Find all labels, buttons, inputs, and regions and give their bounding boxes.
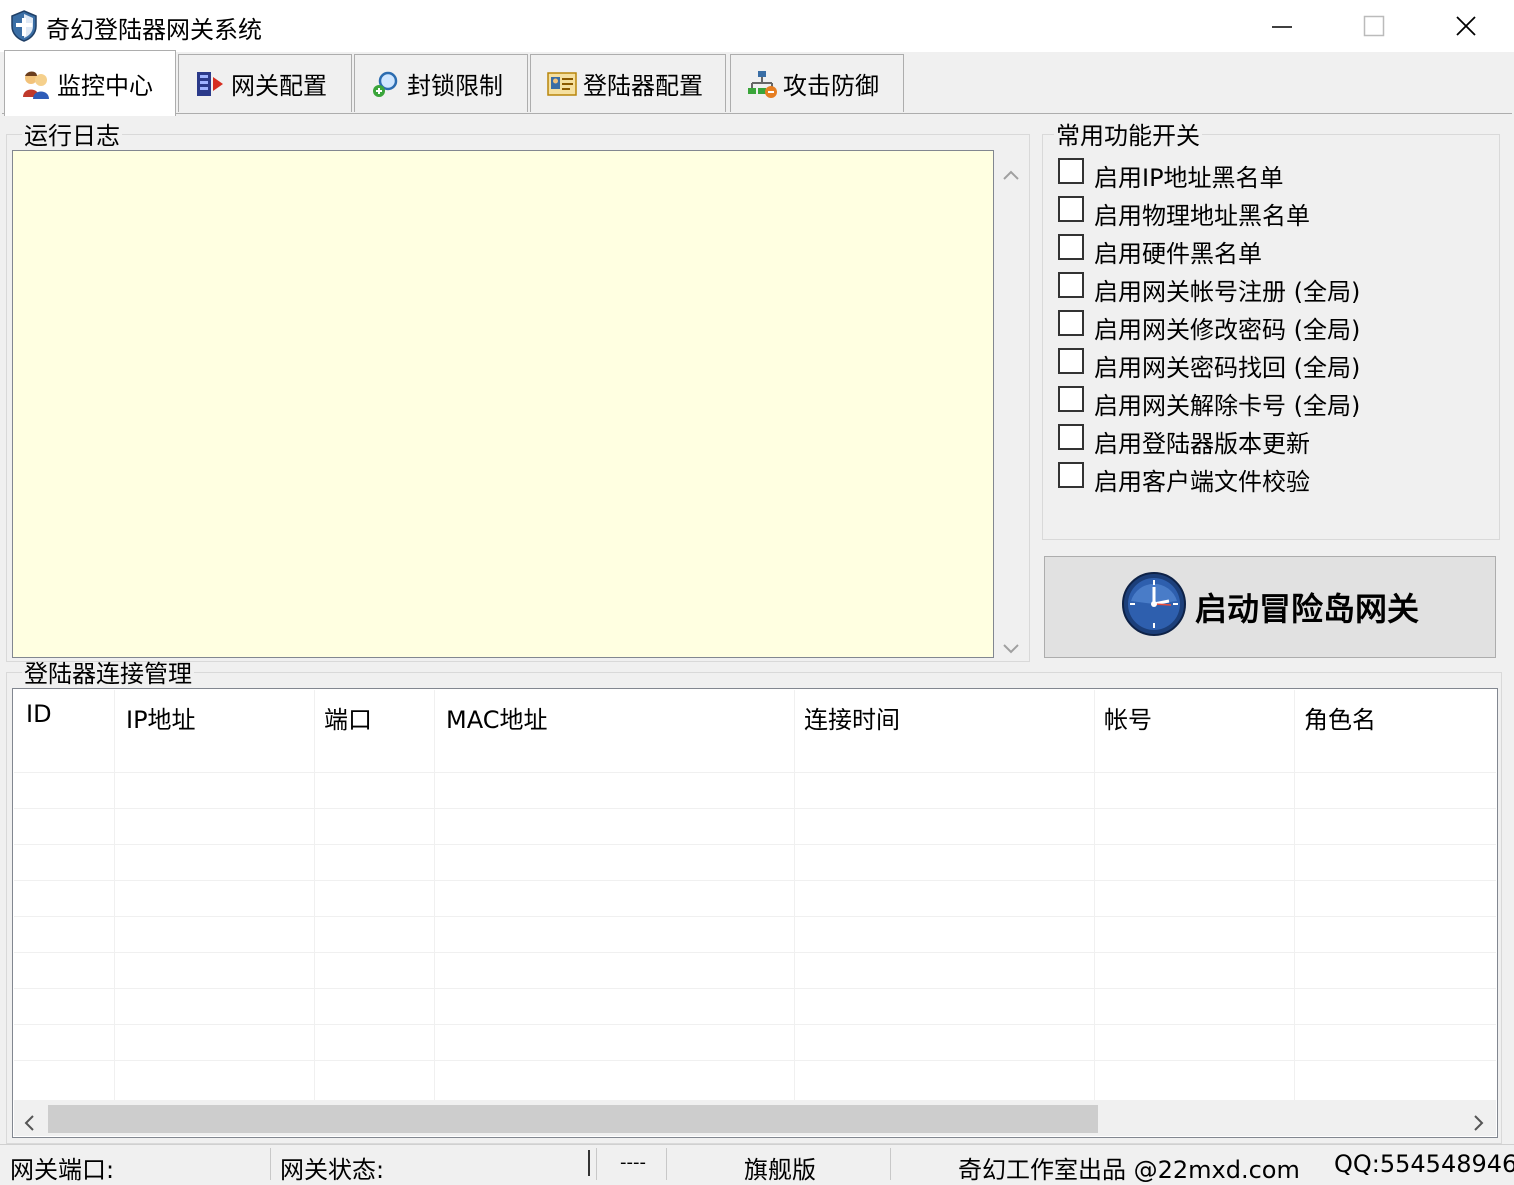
checkbox-hardware-blacklist[interactable] (1058, 234, 1084, 260)
window-title: 奇幻登陆器网关系统 (46, 16, 262, 44)
scroll-up-icon[interactable] (1002, 160, 1020, 188)
tab-label: 网关配置 (231, 72, 327, 100)
column-header-ip[interactable]: IP地址 (126, 700, 196, 735)
row-divider (14, 1060, 1496, 1061)
scroll-down-icon[interactable] (1002, 634, 1020, 662)
studio-credit: 奇幻工作室出品 @22mxd.com (958, 1156, 1300, 1184)
close-button[interactable] (1420, 0, 1512, 52)
tab-label: 登陆器配置 (583, 72, 703, 100)
checkbox-version-update[interactable] (1058, 424, 1084, 450)
connections-table[interactable] (12, 688, 1498, 1138)
tab-block-limits[interactable]: 封锁限制 (354, 54, 528, 112)
checkbox-account-register[interactable] (1058, 272, 1084, 298)
checkbox-label: 启用网关密码找回 (全局) (1094, 354, 1361, 382)
column-divider (1094, 690, 1095, 1100)
gateway-state-label: 网关状态: (280, 1156, 385, 1184)
column-divider (314, 690, 315, 1100)
status-dashes: ---- (620, 1152, 646, 1173)
qq-contact: QQ:554548946 (1334, 1150, 1514, 1178)
edition-label: 旗舰版 (744, 1156, 816, 1184)
tab-attack-defense[interactable]: 攻击防御 (730, 54, 904, 112)
shield-app-icon (10, 10, 38, 42)
run-log-textarea[interactable] (12, 150, 994, 658)
column-header-id[interactable]: ID (26, 700, 52, 728)
column-divider (1294, 690, 1295, 1100)
row-divider (14, 844, 1496, 845)
row-divider (14, 952, 1496, 953)
row-divider (14, 808, 1496, 809)
users-icon (21, 69, 51, 99)
connections-title: 登陆器连接管理 (22, 660, 194, 688)
maximize-button[interactable] (1328, 0, 1420, 52)
scrollbar-thumb[interactable] (48, 1105, 1098, 1133)
tab-label: 攻击防御 (783, 72, 879, 100)
status-divider (666, 1148, 667, 1180)
row-divider (14, 772, 1496, 773)
clock-icon (1121, 571, 1187, 643)
column-divider (114, 690, 115, 1100)
run-log-scrollbar[interactable] (996, 150, 1026, 658)
checkbox-label: 启用登陆器版本更新 (1094, 430, 1310, 458)
minimize-button[interactable] (1236, 0, 1328, 52)
checkbox-recover-password[interactable] (1058, 348, 1084, 374)
tab-launcher-config[interactable]: 登陆器配置 (530, 54, 726, 112)
column-header-connect-time[interactable]: 连接时间 (804, 700, 900, 735)
scroll-left-icon[interactable] (22, 1110, 36, 1138)
network-defense-icon (747, 69, 777, 99)
checkbox-label: 启用网关解除卡号 (全局) (1094, 392, 1361, 420)
status-divider (596, 1148, 597, 1180)
column-header-mac[interactable]: MAC地址 (446, 700, 547, 735)
checkbox-unlock-card[interactable] (1058, 386, 1084, 412)
column-divider (434, 690, 435, 1100)
gateway-port-label: 网关端口: (10, 1156, 115, 1184)
checkbox-mac-blacklist[interactable] (1058, 196, 1084, 222)
close-icon (1456, 16, 1476, 36)
status-divider (890, 1148, 891, 1180)
row-divider (14, 1024, 1496, 1025)
checkbox-ip-blacklist[interactable] (1058, 158, 1084, 184)
checkbox-label: 启用网关修改密码 (全局) (1094, 316, 1361, 344)
checkbox-label: 启用网关帐号注册 (全局) (1094, 278, 1361, 306)
row-divider (14, 880, 1496, 881)
tab-monitor-center[interactable]: 监控中心 (4, 50, 176, 116)
scroll-right-icon[interactable] (1472, 1110, 1486, 1138)
tab-gateway-config[interactable]: 网关配置 (178, 54, 352, 112)
status-divider (270, 1148, 271, 1180)
checkbox-label: 启用硬件黑名单 (1094, 240, 1262, 268)
minimize-icon (1272, 26, 1292, 28)
search-block-icon (371, 69, 401, 99)
column-divider (794, 690, 795, 1100)
tab-label: 封锁限制 (407, 72, 503, 100)
column-header-account[interactable]: 帐号 (1104, 700, 1152, 735)
checkbox-change-password[interactable] (1058, 310, 1084, 336)
row-divider (14, 916, 1496, 917)
checkbox-label: 启用IP地址黑名单 (1094, 164, 1284, 192)
maximize-icon (1363, 15, 1385, 37)
checkbox-file-verify[interactable] (1058, 462, 1084, 488)
checkbox-label: 启用客户端文件校验 (1094, 468, 1310, 496)
row-divider (14, 988, 1496, 989)
run-log-title: 运行日志 (22, 122, 122, 150)
checkbox-label: 启用物理地址黑名单 (1094, 202, 1310, 230)
gateway-config-icon (195, 69, 225, 99)
launcher-config-icon (547, 69, 577, 99)
column-header-role-name[interactable]: 角色名 (1304, 700, 1376, 735)
column-header-port[interactable]: 端口 (324, 700, 372, 735)
start-gateway-button[interactable]: 启动冒险岛网关 (1044, 556, 1496, 658)
feature-switches-title: 常用功能开关 (1054, 122, 1202, 150)
start-gateway-label: 启动冒险岛网关 (1194, 590, 1419, 628)
status-indicator (588, 1150, 590, 1176)
tab-label: 监控中心 (57, 72, 153, 100)
